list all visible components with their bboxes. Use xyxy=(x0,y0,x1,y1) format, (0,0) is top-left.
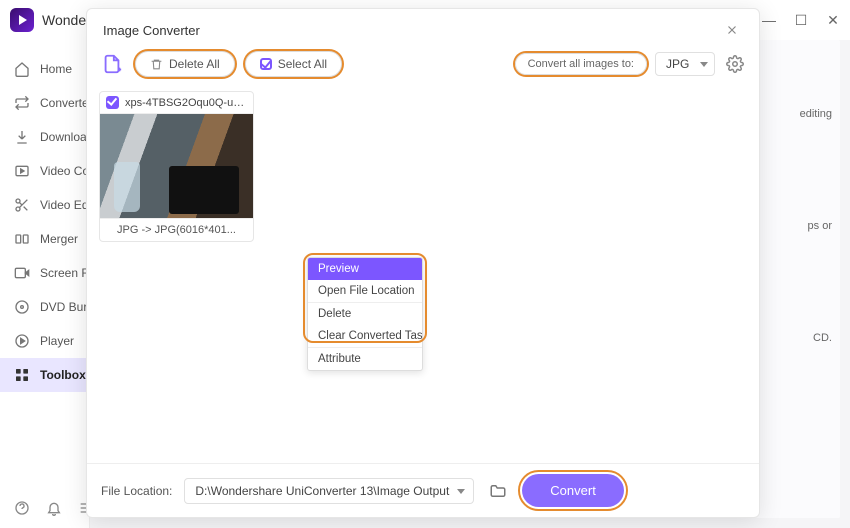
menu-item-open-file-location[interactable]: Open File Location xyxy=(308,280,422,302)
sidebar-item-home[interactable]: Home xyxy=(0,52,89,86)
modal-title: Image Converter xyxy=(103,23,200,38)
sidebar-item-label: Converter xyxy=(40,96,89,110)
output-path-select[interactable]: D:\Wondershare UniConverter 13\Image Out… xyxy=(184,478,474,504)
sidebar-item-video-compressor[interactable]: Video Compressor xyxy=(0,154,89,188)
delete-all-button[interactable]: Delete All xyxy=(135,51,235,77)
sidebar-item-toolbox[interactable]: Toolbox xyxy=(0,358,89,392)
output-path-value: D:\Wondershare UniConverter 13\Image Out… xyxy=(195,484,449,498)
disc-icon xyxy=(14,299,30,315)
app-logo-icon xyxy=(10,8,34,32)
add-file-button[interactable] xyxy=(99,51,125,77)
convert-button-highlight: Convert xyxy=(522,474,624,507)
sidebar-item-label: Video Editor xyxy=(40,198,89,212)
checkbox-icon xyxy=(260,58,272,70)
sidebar-item-merger[interactable]: Merger xyxy=(0,222,89,256)
sidebar-item-label: Screen Recorder xyxy=(40,266,89,280)
image-card[interactable]: xps-4TBSG2Oqu0Q-unspl... JPG -> JPG(6016… xyxy=(99,91,254,242)
merger-icon xyxy=(14,231,30,247)
sidebar-item-label: Player xyxy=(40,334,74,348)
bg-text: ps or xyxy=(808,220,832,232)
sidebar-item-label: DVD Burner xyxy=(40,300,89,314)
modal-header: Image Converter xyxy=(87,9,759,47)
minimize-button[interactable]: — xyxy=(762,13,776,27)
menu-item-preview[interactable]: Preview xyxy=(308,258,422,280)
close-window-button[interactable]: ✕ xyxy=(826,13,840,27)
sidebar-item-dvd-burner[interactable]: DVD Burner xyxy=(0,290,89,324)
sidebar-item-label: Downloader xyxy=(40,130,89,144)
sidebar-item-player[interactable]: Player xyxy=(0,324,89,358)
sidebar-item-label: Toolbox xyxy=(40,368,86,382)
file-location-label: File Location: xyxy=(101,484,172,498)
sidebar-item-screen-recorder[interactable]: Screen Recorder xyxy=(0,256,89,290)
convert-icon xyxy=(14,95,30,111)
menu-item-clear-converted[interactable]: Clear Converted Task xyxy=(308,325,422,347)
window-controls: — ☐ ✕ xyxy=(762,13,840,27)
convert-button[interactable]: Convert xyxy=(522,474,624,507)
bg-text: editing xyxy=(800,108,832,120)
output-format-value: JPG xyxy=(666,57,689,71)
menu-item-delete[interactable]: Delete xyxy=(308,302,422,325)
toolbox-icon xyxy=(14,367,30,383)
sidebar-item-label: Video Compressor xyxy=(40,164,89,178)
modal-footer: File Location: D:\Wondershare UniConvert… xyxy=(87,463,759,517)
help-icon[interactable] xyxy=(14,500,30,516)
record-icon xyxy=(14,265,30,281)
card-header: xps-4TBSG2Oqu0Q-unspl... xyxy=(100,92,253,114)
sidebar-item-video-editor[interactable]: Video Editor xyxy=(0,188,89,222)
bg-text: CD. xyxy=(813,332,832,344)
sidebar-item-downloader[interactable]: Downloader xyxy=(0,120,89,154)
select-all-button[interactable]: Select All xyxy=(245,51,342,77)
app-title: Wonder xyxy=(42,12,91,28)
sidebar-item-converter[interactable]: Converter xyxy=(0,86,89,120)
card-checkbox[interactable] xyxy=(106,96,119,109)
sidebar-footer xyxy=(0,494,89,522)
sidebar-item-label: Home xyxy=(40,62,72,76)
card-info: JPG -> JPG(6016*401... xyxy=(100,218,253,241)
context-menu: Preview Open File Location Delete Clear … xyxy=(307,257,423,371)
image-converter-modal: Image Converter Delete All Select All Co… xyxy=(86,8,760,518)
maximize-button[interactable]: ☐ xyxy=(794,13,808,27)
settings-button[interactable] xyxy=(723,52,747,76)
sidebar-item-label: Merger xyxy=(40,232,78,246)
delete-all-label: Delete All xyxy=(169,57,220,71)
sidebar: Home Converter Downloader Video Compress… xyxy=(0,40,90,528)
output-format-group: Convert all images to: JPG xyxy=(515,52,747,76)
output-format-select[interactable]: JPG xyxy=(655,52,715,76)
play-icon xyxy=(14,333,30,349)
download-icon xyxy=(14,129,30,145)
card-filename: xps-4TBSG2Oqu0Q-unspl... xyxy=(125,97,247,109)
close-button[interactable] xyxy=(721,19,743,41)
select-all-label: Select All xyxy=(278,57,327,71)
home-icon xyxy=(14,61,30,77)
open-folder-button[interactable] xyxy=(486,479,510,503)
menu-item-attribute[interactable]: Attribute xyxy=(308,347,422,370)
scissors-icon xyxy=(14,197,30,213)
convert-all-label: Convert all images to: xyxy=(515,53,647,75)
modal-content: xps-4TBSG2Oqu0Q-unspl... JPG -> JPG(6016… xyxy=(87,87,759,463)
card-thumbnail[interactable] xyxy=(100,114,253,218)
modal-toolbar: Delete All Select All Convert all images… xyxy=(87,47,759,87)
compress-icon xyxy=(14,163,30,179)
bell-icon[interactable] xyxy=(46,500,62,516)
